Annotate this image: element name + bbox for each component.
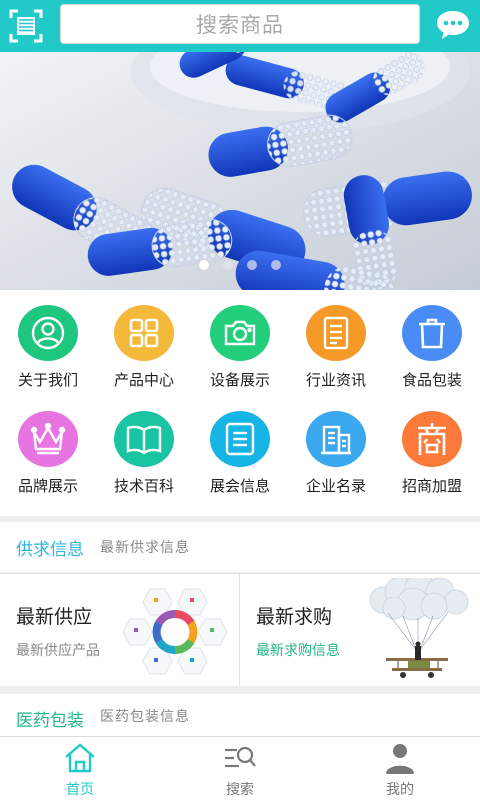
document-icon [306, 305, 366, 361]
section-subtitle: 医药包装信息 [100, 709, 190, 725]
banner-carousel[interactable] [0, 52, 480, 290]
message-button[interactable] [434, 6, 472, 44]
trash-icon [402, 305, 462, 361]
search-input[interactable]: 搜索商品 [60, 4, 420, 44]
bottom-navigation: 首页 搜索 我的 [0, 736, 480, 800]
grid-item-label: 招商加盟 [401, 477, 462, 495]
hexagon-infographic-image [122, 588, 228, 675]
scan-button[interactable] [6, 6, 46, 46]
nav-profile[interactable]: 我的 [320, 737, 480, 800]
grid-item-about-us[interactable]: 关于我们 [0, 290, 96, 390]
supply-demand-cards: 最新供应 最新供应产品 最新求购 最新求购信息 [0, 573, 480, 687]
grid-item-label: 食品包装 [401, 371, 462, 389]
grid-item-equipment[interactable]: 设备展示 [192, 290, 288, 390]
capsules-banner-image [0, 52, 480, 290]
carousel-indicators [0, 260, 480, 270]
supply-section-header[interactable]: 供求信息 最新供求信息 [0, 522, 480, 572]
grid-item-label: 企业名录 [305, 477, 366, 495]
grid-item-label: 技术百科 [113, 477, 174, 495]
category-grid: 关于我们 产品中心 设备展示 行业资讯 食品包装 品牌展示 技术百科 展会信息 … [0, 290, 480, 516]
nav-label: 我的 [386, 782, 414, 798]
book-icon [114, 411, 174, 467]
scan-icon [9, 9, 43, 43]
search-placeholder: 搜索商品 [196, 13, 284, 37]
carousel-dot[interactable] [199, 260, 209, 270]
grid-item-label: 关于我们 [17, 371, 78, 389]
grid-item-exhibitions[interactable]: 展会信息 [192, 396, 288, 496]
latest-demand-card[interactable]: 最新求购 最新求购信息 [240, 574, 479, 687]
camera-icon [210, 305, 270, 361]
biplane-balloon-image [369, 578, 469, 678]
home-icon [65, 743, 95, 773]
grid-item-label: 行业资讯 [305, 371, 366, 389]
section-title: 医药包装 [16, 711, 84, 731]
chat-bubble-icon [437, 11, 469, 39]
card-subtitle: 最新求购信息 [256, 643, 340, 659]
nav-label: 搜索 [226, 782, 254, 798]
grid-item-franchise[interactable]: 招商加盟 [384, 396, 480, 496]
grid-item-label: 设备展示 [209, 371, 270, 389]
shang-icon [402, 411, 462, 467]
latest-supply-card[interactable]: 最新供应 最新供应产品 [0, 574, 239, 687]
list-icon [210, 411, 270, 467]
card-title: 最新供应 [16, 606, 93, 628]
user-profile-icon [386, 744, 414, 774]
grid-item-food-packaging[interactable]: 食品包装 [384, 290, 480, 390]
nav-home[interactable]: 首页 [0, 737, 160, 800]
crown-icon [18, 411, 78, 467]
grid-icon [114, 305, 174, 361]
building-icon [306, 411, 366, 467]
grid-item-brands[interactable]: 品牌展示 [0, 396, 96, 496]
section-title: 供求信息 [16, 539, 84, 560]
carousel-dot[interactable] [247, 260, 257, 270]
grid-item-label: 产品中心 [113, 371, 174, 389]
nav-label: 首页 [66, 782, 94, 798]
carousel-dot[interactable] [223, 260, 233, 270]
grid-item-products[interactable]: 产品中心 [96, 290, 192, 390]
nav-search[interactable]: 搜索 [160, 737, 320, 800]
user-icon [18, 305, 78, 361]
search-list-icon [225, 746, 256, 768]
grid-item-label: 品牌展示 [17, 477, 78, 495]
grid-item-tech-encyclopedia[interactable]: 技术百科 [96, 396, 192, 496]
pharma-section-header[interactable]: 医药包装 医药包装信息 [0, 694, 480, 736]
carousel-dot[interactable] [271, 260, 281, 270]
card-title: 最新求购 [256, 606, 333, 628]
grid-item-directory[interactable]: 企业名录 [288, 396, 384, 496]
top-header-bar: 搜索商品 [0, 0, 480, 52]
grid-item-label: 展会信息 [209, 477, 270, 495]
section-subtitle: 最新供求信息 [100, 540, 190, 556]
card-subtitle: 最新供应产品 [16, 643, 100, 659]
grid-item-industry-news[interactable]: 行业资讯 [288, 290, 384, 390]
